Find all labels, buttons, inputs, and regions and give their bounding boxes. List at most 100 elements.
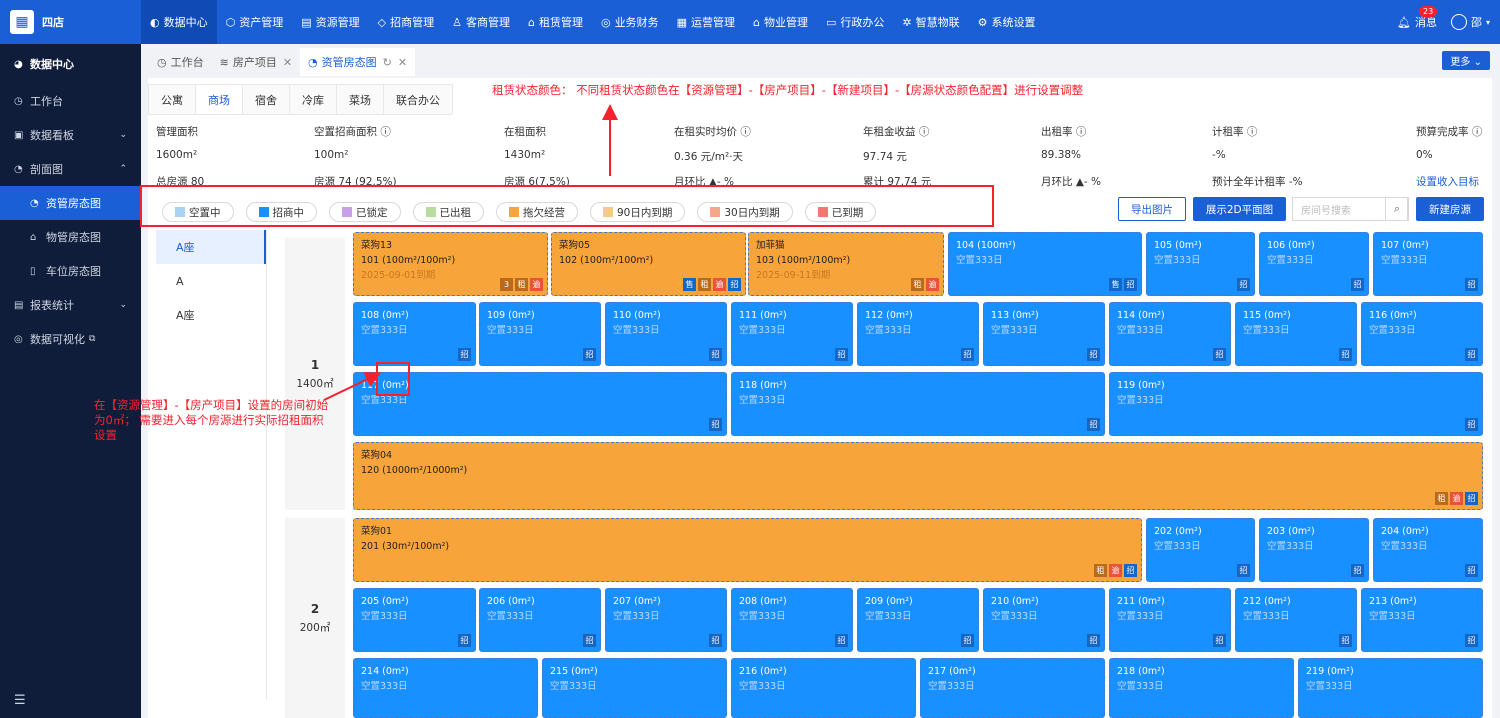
sidebar-header[interactable]: ◕ 数据中心	[0, 44, 141, 84]
search-icon[interactable]: ⌕	[1385, 197, 1409, 221]
sidebar-item-data-board[interactable]: ▣ 数据看板 ⌄	[0, 118, 141, 152]
help-icon[interactable]: ⓘ	[1076, 126, 1087, 138]
set-income-target-link[interactable]: 设置收入目标	[1416, 174, 1479, 190]
topnav-item-asset[interactable]: ⬡ 资产管理	[217, 0, 293, 44]
refresh-icon[interactable]: ↻	[383, 56, 392, 69]
building-item[interactable]: A	[156, 264, 266, 298]
room-card[interactable]: 118 (0m²) 空置333日招	[731, 372, 1105, 436]
room-card[interactable]: 214 (0m²) 空置333日	[353, 658, 538, 718]
room-card[interactable]: 116 (0m²) 空置333日招	[1361, 302, 1483, 366]
topnav-item-operation[interactable]: ▦ 运营管理	[668, 0, 744, 44]
room-card[interactable]: 菜狗13 101 (100m²/100m²) 2025-09-01到期 3 租逾	[353, 232, 548, 296]
sidebar-item-asset-room-map[interactable]: ◔ 资管房态图	[0, 186, 141, 220]
room-card[interactable]: 菜狗01 201 (30m²/100m²) 租逾招	[353, 518, 1142, 582]
tab-asset-room-map[interactable]: ◔ 资管房态图 ↻ ✕	[300, 48, 416, 76]
room-card[interactable]: 217 (0m²) 空置333日	[920, 658, 1105, 718]
room-card[interactable]: 111 (0m²) 空置333日招	[731, 302, 853, 366]
topnav-item-data-center[interactable]: ◐ 数据中心	[141, 0, 217, 44]
room-card[interactable]: 112 (0m²) 空置333日招	[857, 302, 979, 366]
topnav-item-lease[interactable]: ⌂ 租赁管理	[519, 0, 592, 44]
room-card[interactable]: 110 (0m²) 空置333日招	[605, 302, 727, 366]
room-card[interactable]: 119 (0m²) 空置333日招	[1109, 372, 1483, 436]
legend-leasing[interactable]: 招商中	[245, 202, 317, 222]
topnav-item-finance[interactable]: ◎ 业务财务	[592, 0, 668, 44]
legend-expired[interactable]: 已到期	[804, 202, 877, 222]
legend-rented[interactable]: 已出租	[412, 202, 484, 222]
legend-arrears[interactable]: 拖欠经营	[496, 202, 578, 222]
room-card[interactable]: 加菲猫 103 (100m²/100m²) 2025-09-11到期租逾	[748, 232, 944, 296]
topnav-item-admin[interactable]: ▭ 行政办公	[817, 0, 893, 44]
sidebar-item-parking-room-map[interactable]: ▯ 车位房态图	[0, 254, 141, 288]
legend-90day[interactable]: 90日内到期	[590, 202, 686, 222]
room-subtitle: 空置333日	[865, 611, 912, 622]
room-card[interactable]: 208 (0m²) 空置333日招	[731, 588, 853, 652]
subtab-coworking[interactable]: 联合办公	[383, 84, 453, 114]
building-item[interactable]: A座	[156, 230, 266, 264]
app-logo[interactable]: ▦ 四店	[0, 0, 141, 44]
room-card[interactable]: 115 (0m²) 空置333日招	[1235, 302, 1357, 366]
room-card[interactable]: 104 (100m²) 空置333日售招	[948, 232, 1142, 296]
subtab-apartment[interactable]: 公寓	[148, 84, 196, 114]
legend-locked[interactable]: 已锁定	[329, 202, 401, 222]
help-icon[interactable]: ⓘ	[1472, 126, 1483, 138]
subtab-cold-storage[interactable]: 冷库	[289, 84, 337, 114]
room-card[interactable]: 113 (0m²) 空置333日招	[983, 302, 1105, 366]
close-icon[interactable]: ✕	[283, 56, 292, 69]
help-icon[interactable]: ⓘ	[740, 126, 751, 138]
room-card[interactable]: 108 (0m²) 空置333日招	[353, 302, 476, 366]
room-card[interactable]: 109 (0m²) 空置333日招	[479, 302, 601, 366]
legend-30day[interactable]: 30日内到期	[697, 202, 793, 222]
room-card[interactable]: 210 (0m²) 空置333日招	[983, 588, 1105, 652]
legend-vacant[interactable]: 空置中	[162, 202, 234, 222]
topnav-item-investment[interactable]: ◇ 招商管理	[369, 0, 443, 44]
collapse-menu-icon[interactable]: ☰	[14, 693, 26, 708]
topnav-item-merchant[interactable]: ♙ 客商管理	[443, 0, 519, 44]
room-card[interactable]: 218 (0m²) 空置333日	[1109, 658, 1294, 718]
more-tabs-button[interactable]: 更多 ⌄	[1442, 51, 1490, 70]
help-icon[interactable]: ⓘ	[919, 126, 930, 138]
topnav-item-settings[interactable]: ⚙ 系统设置	[969, 0, 1045, 44]
room-card[interactable]: 207 (0m²) 空置333日招	[605, 588, 727, 652]
room-card[interactable]: 114 (0m²) 空置333日招	[1109, 302, 1231, 366]
room-card[interactable]: 211 (0m²) 空置333日招	[1109, 588, 1231, 652]
room-card[interactable]: 213 (0m²) 空置333日招	[1361, 588, 1483, 652]
room-card[interactable]: 205 (0m²) 空置333日招	[353, 588, 476, 652]
topnav-item-iot[interactable]: ✲ 智慧物联	[893, 0, 968, 44]
room-card[interactable]: 212 (0m²) 空置333日招	[1235, 588, 1357, 652]
room-card[interactable]: 204 (0m²) 空置333日招	[1373, 518, 1483, 582]
room-card[interactable]: 209 (0m²) 空置333日招	[857, 588, 979, 652]
sidebar-item-visualization[interactable]: ◎ 数据可视化 ⧉	[0, 322, 141, 356]
sidebar-item-workbench[interactable]: ◷ 工作台	[0, 84, 141, 118]
subtab-mall[interactable]: 商场	[195, 84, 243, 114]
room-card[interactable]: 菜狗05 102 (100m²/100m²) 售租逾招	[551, 232, 746, 296]
room-card[interactable]: 216 (0m²) 空置333日	[731, 658, 916, 718]
room-card[interactable]: 107 (0m²) 空置333日招	[1373, 232, 1483, 296]
sidebar-item-reports[interactable]: ▤ 报表统计 ⌄	[0, 288, 141, 322]
sidebar-item-section-view[interactable]: ◔ 剖面图 ⌃	[0, 152, 141, 186]
help-icon[interactable]: ⓘ	[380, 126, 391, 138]
new-room-button[interactable]: 新建房源	[1416, 197, 1484, 221]
room-card[interactable]: 105 (0m²) 空置333日招	[1146, 232, 1255, 296]
sidebar-item-property-room-map[interactable]: ⌂ 物管房态图	[0, 220, 141, 254]
room-card[interactable]: 206 (0m²) 空置333日招	[479, 588, 601, 652]
close-icon[interactable]: ✕	[398, 56, 407, 69]
tab-property-project[interactable]: ≋ 房产项目 ✕	[212, 48, 300, 76]
user-menu[interactable]: 邵 ▾	[1450, 14, 1490, 30]
export-image-button[interactable]: 导出图片	[1118, 197, 1186, 221]
tab-workbench[interactable]: ◷ 工作台	[149, 48, 212, 76]
building-item[interactable]: A座	[156, 298, 266, 332]
show-2d-plan-button[interactable]: 展示2D平面图	[1193, 197, 1286, 221]
room-card[interactable]: 203 (0m²) 空置333日招	[1259, 518, 1369, 582]
room-card[interactable]: 菜狗04 120 (1000m²/1000m²) 租逾招	[353, 442, 1483, 510]
subtab-market[interactable]: 菜场	[336, 84, 384, 114]
room-card[interactable]: 219 (0m²) 空置333日	[1298, 658, 1483, 718]
subtab-dormitory[interactable]: 宿舍	[242, 84, 290, 114]
messages-button[interactable]: 🔔︎ 消息 23	[1397, 6, 1438, 30]
room-card[interactable]: 202 (0m²) 空置333日招	[1146, 518, 1255, 582]
topnav-item-resource[interactable]: ▤ 资源管理	[292, 0, 368, 44]
room-title: 菜狗13	[361, 240, 393, 251]
room-card[interactable]: 106 (0m²) 空置333日招	[1259, 232, 1369, 296]
topnav-item-property[interactable]: ⌂ 物业管理	[744, 0, 817, 44]
help-icon[interactable]: ⓘ	[1247, 126, 1258, 138]
room-card[interactable]: 215 (0m²) 空置333日	[542, 658, 727, 718]
